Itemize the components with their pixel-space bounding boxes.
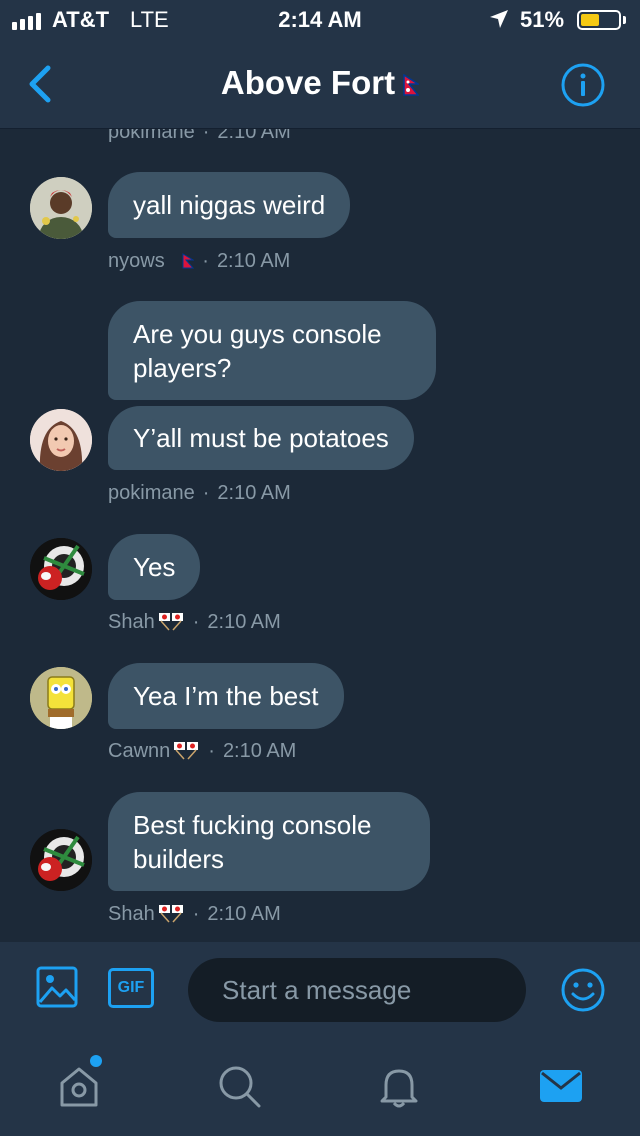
message-bubble[interactable]: Are you guys console players? — [108, 301, 436, 400]
tab-notifications[interactable] — [376, 1063, 422, 1109]
location-arrow-icon — [490, 10, 508, 28]
tab-messages[interactable] — [538, 1063, 584, 1109]
info-button[interactable] — [560, 62, 606, 108]
message-text: yall niggas weird — [133, 190, 326, 220]
bell-icon — [380, 1069, 418, 1108]
battery-icon — [577, 10, 621, 30]
tab-bar — [0, 1037, 640, 1136]
message-meta: Shah · 2:10 AM — [108, 611, 281, 633]
battery-nub — [623, 16, 626, 24]
message-meta: pokimane · 2:10 AM — [108, 129, 291, 144]
nepal-flag-emoji — [182, 253, 196, 269]
sender-name: Shah — [108, 611, 155, 633]
conversation-header: Above Fort — [0, 40, 640, 129]
message-meta: nyows · 2:10 AM — [108, 250, 291, 272]
avatar-shah[interactable] — [30, 829, 92, 891]
message-meta: Cawnn · 2:10 AM — [108, 740, 297, 762]
tab-search[interactable] — [216, 1063, 262, 1109]
japanese-flags-emoji — [174, 742, 199, 760]
avatar-shah[interactable] — [30, 538, 92, 600]
image-icon — [36, 966, 78, 1008]
message-time: 2:10 AM — [216, 250, 291, 272]
avatar-image — [30, 409, 92, 471]
message-text: Best fucking console builders — [133, 809, 372, 874]
avatar-pokimane[interactable] — [30, 409, 92, 471]
battery-level-fill — [581, 14, 599, 26]
sender-name: Cawnn — [108, 740, 171, 762]
battery-percent: 51% — [520, 7, 565, 32]
message-text: Yes — [133, 552, 176, 582]
avatar-image — [30, 177, 92, 239]
message-bubble[interactable]: Best fucking console builders — [108, 792, 430, 891]
message-bubble[interactable]: Yea I’m the best — [108, 663, 344, 729]
emoji-button[interactable] — [560, 967, 606, 1013]
message-text: Are you guys console players? — [133, 318, 382, 383]
status-bar: AT&T LTE 2:14 AM 51% — [0, 0, 640, 40]
sender-name: nyows — [108, 250, 165, 272]
message-bubble[interactable]: yall niggas weird — [108, 172, 351, 238]
message-time: 2:10 AM — [222, 740, 297, 762]
tab-home[interactable] — [56, 1063, 102, 1109]
message-meta: pokimane · 2:10 AM — [108, 482, 291, 504]
message-composer: GIF Start a message — [0, 942, 640, 1037]
avatar-nyows[interactable] — [30, 177, 92, 239]
search-icon — [219, 1066, 261, 1108]
smiley-icon — [561, 968, 605, 1012]
sender-name: pokimane — [108, 482, 195, 504]
message-bubble[interactable]: Y’all must be potatoes — [108, 406, 414, 470]
home-icon — [60, 1067, 98, 1107]
message-time: 2:10 AM — [217, 129, 291, 143]
japanese-flags-emoji — [158, 905, 183, 923]
message-meta: Shah · 2:10 AM — [108, 903, 281, 925]
message-input[interactable]: Start a message — [188, 958, 526, 1022]
message-text: Y’all must be potatoes — [133, 423, 389, 453]
nepal-flag-emoji — [403, 74, 420, 97]
conversation-title[interactable]: Above Fort — [0, 64, 640, 102]
japanese-flags-emoji — [158, 613, 183, 631]
avatar-image — [30, 667, 92, 729]
info-icon — [561, 63, 605, 107]
message-text: Yea I’m the best — [133, 681, 319, 711]
mail-icon — [540, 1070, 582, 1102]
message-time: 2:10 AM — [217, 482, 291, 504]
avatar-image — [30, 829, 92, 891]
message-time: 2:10 AM — [207, 903, 281, 925]
message-bubble[interactable]: Yes — [108, 534, 201, 600]
message-time: 2:10 AM — [207, 611, 281, 633]
sender-name: Shah — [108, 903, 155, 925]
avatar-image — [30, 538, 92, 600]
gif-button[interactable]: GIF — [108, 968, 154, 1008]
group-name: Above Fort — [220, 64, 396, 101]
add-photo-button[interactable] — [36, 966, 78, 1008]
message-list[interactable]: pokimane · 2:10 AM yall niggas weird nyows… — [0, 129, 640, 942]
home-notification-dot — [90, 1055, 102, 1067]
sender-name: pokimane — [108, 129, 195, 143]
avatar-cawnn[interactable] — [30, 667, 92, 729]
